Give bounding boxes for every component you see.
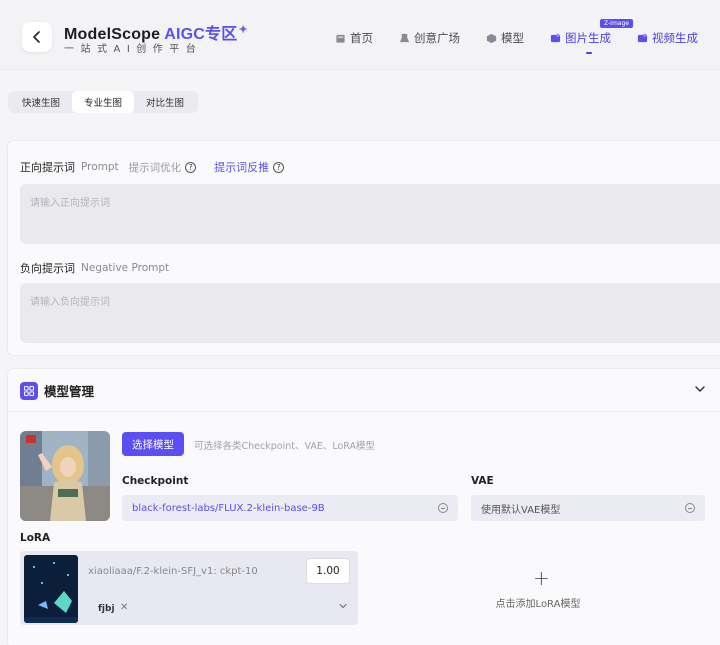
model-preview-image bbox=[20, 431, 110, 521]
nav-label: 模型 bbox=[501, 31, 524, 45]
add-lora-button[interactable]: + 点击添加LoRA模型 bbox=[368, 551, 708, 625]
divider bbox=[8, 411, 720, 412]
nav-models[interactable]: 模型 bbox=[486, 30, 524, 46]
lora-name: xiaoliaaa/F.2-klein-SFJ_v1: ckpt-10 bbox=[88, 566, 258, 577]
chevron-down-icon[interactable] bbox=[694, 383, 706, 395]
model-icon bbox=[486, 33, 497, 43]
back-button[interactable] bbox=[22, 22, 52, 52]
lora-weight-input[interactable] bbox=[306, 558, 350, 584]
tab-pro[interactable]: 专业生图 bbox=[72, 91, 135, 113]
add-lora-label: 点击添加LoRA模型 bbox=[495, 599, 581, 610]
nav-label: 创意广场 bbox=[414, 31, 460, 45]
tab-compare[interactable]: 对比生图 bbox=[134, 91, 196, 113]
select-model-button[interactable]: 选择模型 bbox=[122, 432, 184, 456]
nav-label: 首页 bbox=[350, 31, 373, 45]
positive-prompt-input[interactable] bbox=[20, 184, 720, 244]
video-gen-icon bbox=[637, 33, 648, 42]
nav-home[interactable]: 首页 bbox=[335, 30, 373, 46]
close-icon[interactable]: ✕ bbox=[120, 602, 128, 613]
plus-icon: + bbox=[533, 566, 550, 590]
lora-thumbnail[interactable] bbox=[24, 555, 78, 623]
lora-trigger-tag: fjbj bbox=[98, 604, 115, 614]
main-nav: 首页 创意广场 模型 图片生成 视频生成 bbox=[335, 30, 720, 54]
prompt-optimize[interactable]: 提示词优化 bbox=[129, 160, 182, 175]
nav-image-gen[interactable]: 图片生成 bbox=[550, 30, 611, 54]
image-gen-icon bbox=[550, 33, 561, 42]
model-panel-header[interactable]: 模型管理 bbox=[20, 381, 94, 400]
negative-prompt-label-row: 负向提示词 Negative Prompt bbox=[20, 260, 169, 276]
top-header: ModelScope AIGC专区✦ 一站式AI创作平台 Z-Image 首页 创… bbox=[0, 0, 720, 70]
lora-preview-image bbox=[24, 555, 78, 623]
checkpoint-label: Checkpoint bbox=[122, 475, 189, 487]
negative-prompt-label: 负向提示词 bbox=[20, 262, 75, 275]
negative-prompt-en: Negative Prompt bbox=[81, 262, 170, 274]
sparkle-icon: ✦ bbox=[238, 23, 248, 36]
home-icon bbox=[336, 34, 345, 43]
lora-label: LoRA bbox=[20, 532, 51, 544]
positive-prompt-label: 正向提示词 bbox=[20, 161, 75, 174]
lora-card: xiaoliaaa/F.2-klein-SFJ_v1: ckpt-10 fjbj… bbox=[20, 551, 358, 625]
help-icon[interactable]: ? bbox=[185, 161, 197, 173]
checkpoint-value: black-forest-labs/FLUX.2-klein-base-9B bbox=[132, 502, 325, 514]
nav-badge: Z-Image bbox=[600, 19, 633, 28]
model-panel: 模型管理 选择模型 可选择各类Checkpoint、VAE、LoRA模型 Che… bbox=[7, 368, 720, 645]
vae-select[interactable]: 使用默认VAE模型 bbox=[471, 495, 705, 521]
model-hint: 可选择各类Checkpoint、VAE、LoRA模型 bbox=[194, 441, 375, 452]
prompt-panel: 正向提示词 Prompt 提示词优化 ? 提示词反推 ? 负向提示词 Negat… bbox=[7, 140, 720, 356]
negative-prompt-input[interactable] bbox=[20, 283, 720, 343]
vae-label: VAE bbox=[471, 475, 494, 487]
vae-value: 使用默认VAE模型 bbox=[481, 504, 561, 516]
info-icon[interactable] bbox=[685, 503, 695, 513]
nav-label: 图片生成 bbox=[565, 31, 611, 45]
brand-subtitle: 一站式AI创作平台 bbox=[64, 44, 203, 55]
checkpoint-select[interactable]: black-forest-labs/FLUX.2-klein-base-9B bbox=[122, 495, 458, 521]
chevron-down-icon[interactable] bbox=[338, 601, 348, 611]
creative-icon bbox=[399, 33, 410, 42]
positive-prompt-label-row: 正向提示词 Prompt 提示词优化 ? 提示词反推 ? bbox=[20, 159, 285, 175]
chevron-left-icon bbox=[33, 31, 40, 43]
model-panel-title: 模型管理 bbox=[44, 384, 95, 399]
tab-quick[interactable]: 快速生图 bbox=[10, 91, 72, 113]
mode-tabs: 快速生图 专业生图 对比生图 bbox=[8, 91, 199, 113]
positive-prompt-en: Prompt bbox=[81, 161, 119, 173]
model-thumbnail[interactable] bbox=[20, 431, 110, 521]
grid-icon bbox=[20, 381, 38, 400]
nav-label: 视频生成 bbox=[652, 31, 698, 45]
help-icon[interactable]: ? bbox=[273, 161, 285, 173]
nav-creative[interactable]: 创意广场 bbox=[399, 30, 460, 46]
nav-video-gen[interactable]: 视频生成 bbox=[637, 30, 698, 46]
info-icon[interactable] bbox=[438, 503, 448, 513]
prompt-reverse-link[interactable]: 提示词反推 bbox=[214, 159, 269, 175]
